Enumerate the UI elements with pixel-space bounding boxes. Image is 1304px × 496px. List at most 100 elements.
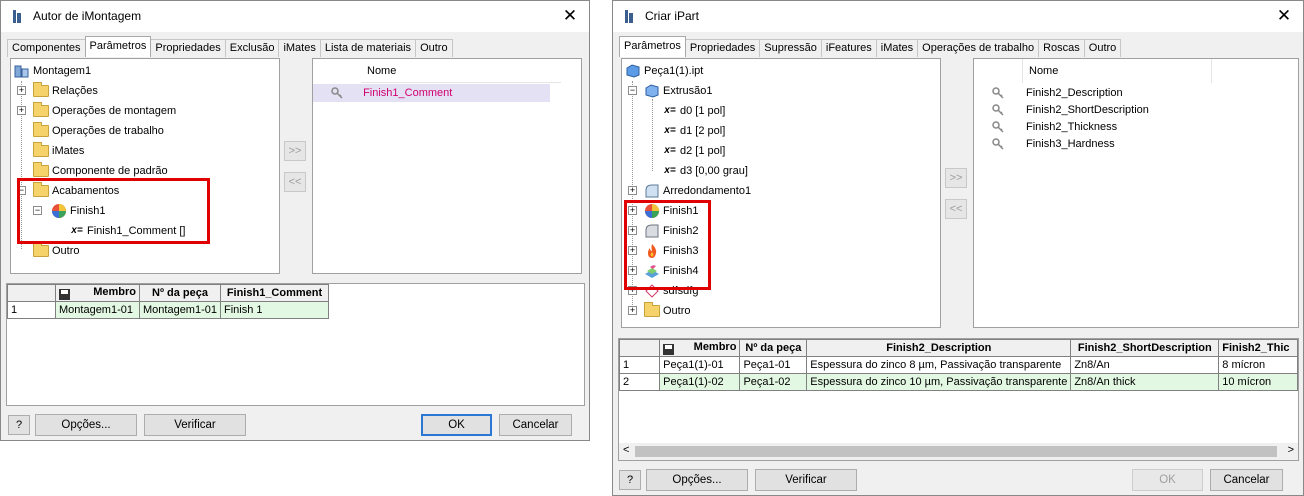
- tab-propriedades[interactable]: Propriedades: [684, 39, 761, 57]
- tree-item-relacoes[interactable]: + Relações: [15, 82, 98, 100]
- list-header[interactable]: Nome: [361, 59, 561, 83]
- tree-root-label: Peça1(1).ipt: [644, 65, 704, 77]
- tab-parametros[interactable]: Parâmetros: [619, 36, 686, 57]
- close-button[interactable]: ✕: [559, 6, 581, 26]
- member-table[interactable]: Membro Nº da peça Finish1_Comment 1 Mont…: [7, 284, 329, 319]
- tree-item-operacoes-trabalho[interactable]: Operações de trabalho: [15, 122, 164, 140]
- tree-item-label: d2 [1 pol]: [680, 145, 726, 157]
- tree-item-label: d3 [0,00 grau]: [680, 165, 748, 177]
- collapse-icon[interactable]: −: [628, 86, 637, 95]
- help-button[interactable]: ?: [8, 415, 30, 435]
- tree-item-d1[interactable]: x= d1 [2 pol]: [662, 122, 725, 140]
- row-index[interactable]: 1: [7, 301, 56, 319]
- tree-item-extrusao1[interactable]: − Extrusão1: [626, 82, 713, 100]
- tree-item-imates[interactable]: iMates: [15, 142, 84, 160]
- cancel-button[interactable]: Cancelar: [1210, 469, 1283, 491]
- table-cell[interactable]: Montagem1-01: [139, 301, 221, 319]
- remove-parameter-button[interactable]: <<: [284, 172, 306, 192]
- scroll-thumb[interactable]: [635, 446, 1277, 457]
- tab-operacoes-trabalho[interactable]: Operações de trabalho: [917, 39, 1040, 57]
- table-cell[interactable]: Peça1-02: [739, 373, 808, 391]
- tree-item-label: d0 [1 pol]: [680, 105, 726, 117]
- selected-parameters-list[interactable]: Nome Finish1_Comment: [312, 58, 582, 274]
- list-item[interactable]: Finish3_Hardness: [992, 135, 1115, 153]
- table-cell[interactable]: Espessura do zinco 10 µm, Passivação tra…: [806, 373, 1072, 391]
- tree-item-operacoes-montagem[interactable]: + Operações de montagem: [15, 102, 176, 120]
- table-cell[interactable]: 10 mícron: [1218, 373, 1298, 391]
- table-row[interactable]: 1 Peça1(1)-01 Peça1-01 Espessura do zinc…: [619, 356, 1298, 374]
- tree-item-d0[interactable]: x= d0 [1 pol]: [662, 102, 725, 120]
- ok-button[interactable]: OK: [1132, 469, 1203, 491]
- column-header-no-peca[interactable]: Nº da peça: [139, 284, 221, 302]
- table-cell[interactable]: Zn8/An thick: [1070, 373, 1220, 391]
- table-cell[interactable]: 8 mícron: [1218, 356, 1298, 374]
- tab-roscas[interactable]: Roscas: [1038, 39, 1085, 57]
- tab-componentes[interactable]: Componentes: [7, 39, 86, 57]
- tab-parametros[interactable]: Parâmetros: [84, 36, 152, 57]
- remove-parameter-button[interactable]: <<: [945, 199, 967, 219]
- column-header-membro[interactable]: Membro: [659, 339, 741, 357]
- list-item-row[interactable]: Finish1_Comment: [331, 84, 452, 102]
- verify-button[interactable]: Verificar: [144, 414, 246, 436]
- verify-button[interactable]: Verificar: [755, 469, 857, 491]
- row-index[interactable]: 2: [619, 373, 661, 391]
- options-button[interactable]: Opções...: [35, 414, 137, 436]
- close-button[interactable]: ✕: [1273, 6, 1295, 26]
- help-button[interactable]: ?: [619, 470, 641, 490]
- tree-root[interactable]: Peça1(1).ipt: [625, 62, 703, 80]
- table-cell[interactable]: Montagem1-01: [55, 301, 140, 319]
- tree-item-d2[interactable]: x= d2 [1 pol]: [662, 142, 725, 160]
- tree-item-outro[interactable]: + Outro: [626, 302, 691, 320]
- ok-button[interactable]: OK: [421, 414, 492, 436]
- table-row[interactable]: 2 Peça1(1)-02 Peça1-02 Espessura do zinc…: [619, 373, 1298, 391]
- list-item[interactable]: Finish2_Description: [992, 84, 1123, 102]
- column-header-finish2-description[interactable]: Finish2_Description: [806, 339, 1072, 357]
- tab-exclusao[interactable]: Exclusão: [224, 39, 280, 57]
- expand-icon[interactable]: +: [17, 86, 26, 95]
- cancel-button[interactable]: Cancelar: [499, 414, 572, 436]
- table-cell[interactable]: Peça1(1)-02: [659, 373, 741, 391]
- column-header-finish2-thickness[interactable]: Finish2_Thic: [1218, 339, 1298, 357]
- key-icon: [992, 104, 1004, 116]
- tab-outro[interactable]: Outro: [1083, 39, 1122, 57]
- scroll-left-icon[interactable]: <: [623, 444, 629, 456]
- title-bar: Autor de iMontagem ✕: [1, 1, 589, 32]
- tree-item-outro[interactable]: Outro: [15, 242, 80, 260]
- tab-imates[interactable]: iMates: [278, 39, 321, 57]
- column-header-finish2-shortdescription[interactable]: Finish2_ShortDescription: [1070, 339, 1220, 357]
- options-button[interactable]: Opções...: [646, 469, 748, 491]
- add-parameter-button[interactable]: >>: [945, 168, 967, 188]
- column-header-no-peca[interactable]: Nº da peça: [739, 339, 808, 357]
- list-item[interactable]: Finish2_Thickness: [992, 118, 1117, 136]
- tab-supressao[interactable]: Supressão: [759, 39, 822, 57]
- column-header-membro[interactable]: Membro: [55, 284, 140, 302]
- header-label: Membro: [93, 286, 136, 298]
- list-header[interactable]: Nome: [1022, 59, 1212, 83]
- member-table-area: Membro Nº da peça Finish2_Description Fi…: [618, 338, 1299, 461]
- expand-icon[interactable]: +: [628, 186, 637, 195]
- member-table[interactable]: Membro Nº da peça Finish2_Description Fi…: [619, 339, 1298, 391]
- tab-imates[interactable]: iMates: [875, 39, 919, 57]
- table-row[interactable]: 1 Montagem1-01 Montagem1-01 Finish 1: [7, 301, 329, 319]
- tree-item-d3[interactable]: x= d3 [0,00 grau]: [662, 162, 748, 180]
- row-index[interactable]: 1: [619, 356, 661, 374]
- expand-icon[interactable]: +: [17, 106, 26, 115]
- table-cell[interactable]: Finish 1: [220, 301, 329, 319]
- table-cell[interactable]: Zn8/An: [1070, 356, 1220, 374]
- tab-propriedades[interactable]: Propriedades: [150, 39, 226, 57]
- tree-item-arredondamento1[interactable]: + Arredondamento1: [626, 182, 751, 200]
- table-cell[interactable]: Peça1(1)-01: [659, 356, 741, 374]
- tab-ifeatures[interactable]: iFeatures: [820, 39, 877, 57]
- list-item[interactable]: Finish2_ShortDescription: [992, 101, 1149, 119]
- scroll-right-icon[interactable]: >: [1288, 444, 1294, 456]
- column-header-finish1-comment[interactable]: Finish1_Comment: [220, 284, 329, 302]
- table-cell[interactable]: Peça1-01: [739, 356, 808, 374]
- expand-icon[interactable]: +: [628, 306, 637, 315]
- horizontal-scrollbar[interactable]: < >: [619, 443, 1298, 460]
- tree-root[interactable]: Montagem1: [14, 62, 91, 80]
- table-cell[interactable]: Espessura do zinco 8 µm, Passivação tran…: [806, 356, 1072, 374]
- selected-parameters-list[interactable]: Nome Finish2_Description Finish2_ShortDe…: [973, 58, 1299, 328]
- tab-outro[interactable]: Outro: [415, 39, 453, 57]
- tab-lista-materiais[interactable]: Lista de materiais: [319, 39, 417, 57]
- add-parameter-button[interactable]: >>: [284, 141, 306, 161]
